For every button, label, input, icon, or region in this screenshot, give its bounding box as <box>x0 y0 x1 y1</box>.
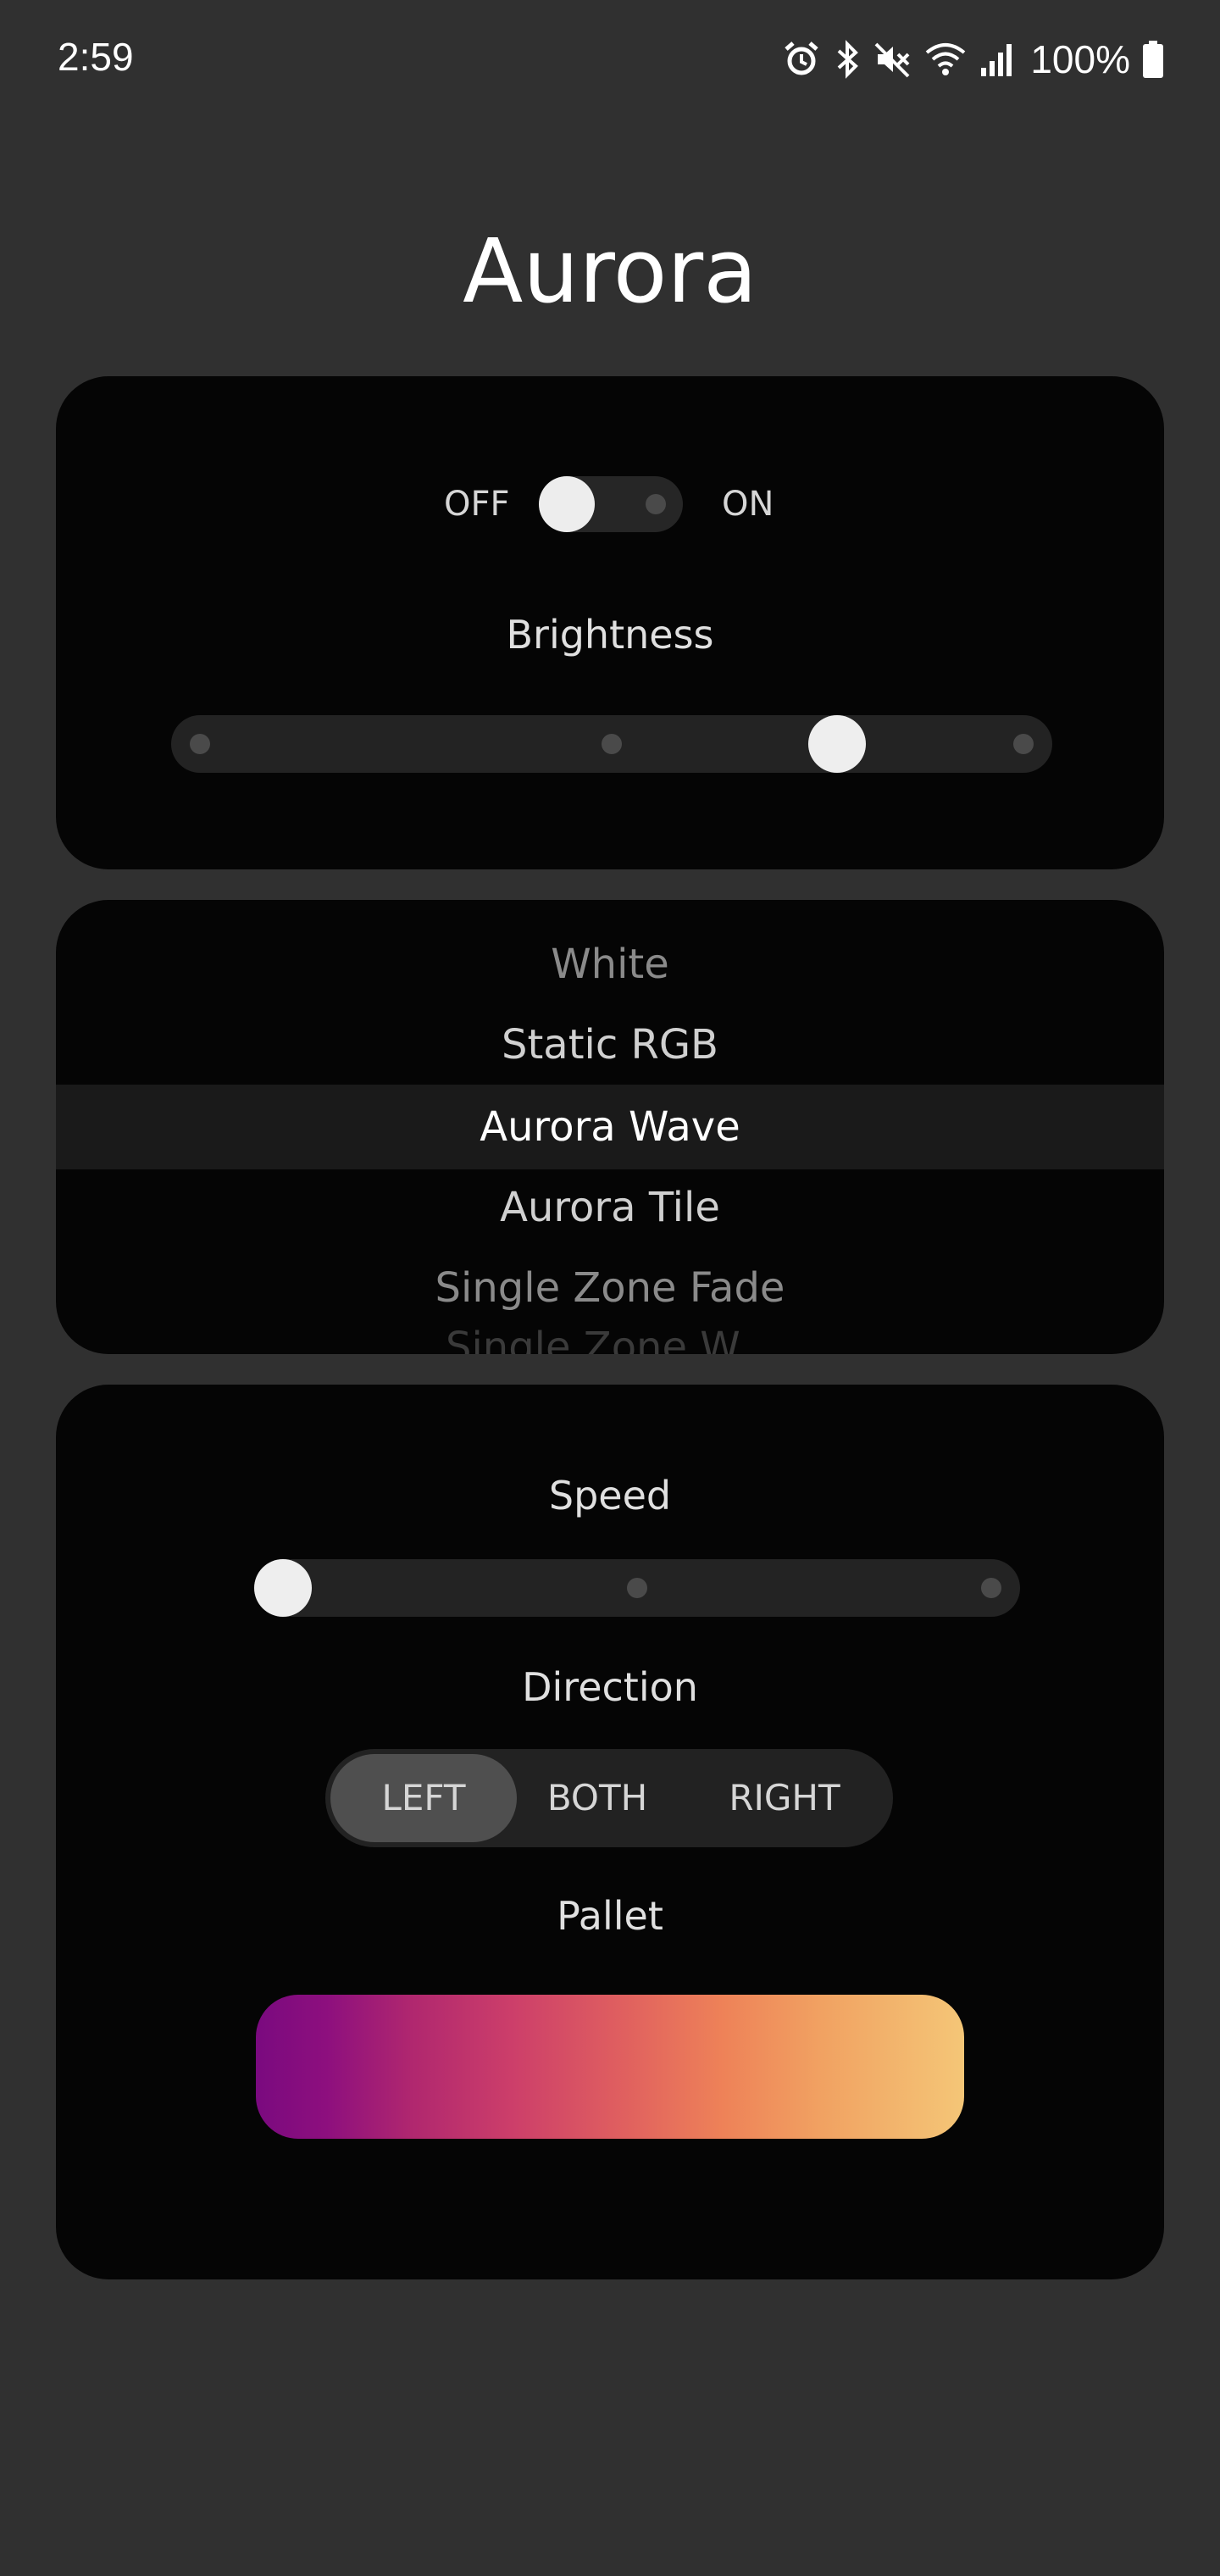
signal-icon <box>979 41 1013 78</box>
brightness-slider-thumb[interactable] <box>808 715 866 773</box>
status-icons: 100% <box>783 34 1164 85</box>
brightness-step-dot <box>1013 734 1034 754</box>
status-time: 2:59 <box>58 35 134 79</box>
mode-item-static-rgb[interactable]: Static RGB <box>56 1004 1164 1085</box>
mode-item-single-zone-w[interactable]: Single Zone W... <box>56 1307 1164 1354</box>
wifi-icon <box>923 41 968 78</box>
page-title: Aurora <box>463 219 757 323</box>
power-toggle-knob[interactable] <box>539 476 595 532</box>
mode-picker[interactable]: White Static RGB Aurora Wave Aurora Tile… <box>56 900 1164 1354</box>
direction-label: Direction <box>522 1664 698 1710</box>
speed-step-dot <box>627 1578 647 1598</box>
alarm-icon <box>783 41 820 78</box>
pallet-gradient-button[interactable] <box>256 1995 964 2139</box>
toggle-on-label: ON <box>722 485 774 524</box>
speed-label: Speed <box>548 1473 672 1518</box>
effect-settings-card: Speed Direction LEFT BOTH RIGHT Pallet <box>56 1385 1164 2279</box>
direction-both-button[interactable]: BOTH <box>517 1754 678 1842</box>
toggle-off-label: OFF <box>444 485 510 524</box>
direction-left-button[interactable]: LEFT <box>330 1754 517 1842</box>
speed-slider-thumb[interactable] <box>254 1559 312 1617</box>
brightness-label: Brightness <box>506 612 714 658</box>
direction-right-button[interactable]: RIGHT <box>681 1754 888 1842</box>
mode-item-aurora-wave[interactable]: Aurora Wave <box>56 1086 1164 1168</box>
power-toggle-dot <box>646 494 666 514</box>
mute-icon <box>874 41 912 78</box>
power-toggle[interactable] <box>539 476 683 532</box>
pallet-label: Pallet <box>557 1893 663 1939</box>
mode-item-aurora-tile[interactable]: Aurora Tile <box>56 1167 1164 1248</box>
speed-step-dot <box>981 1578 1001 1598</box>
battery-percent: 100% <box>1030 37 1130 81</box>
brightness-step-dot <box>190 734 210 754</box>
brightness-slider[interactable] <box>171 715 1052 773</box>
status-bar: 2:59 100% <box>0 0 1220 119</box>
bluetooth-icon <box>832 39 862 80</box>
power-card: OFF ON Brightness <box>56 376 1164 869</box>
mode-item-white[interactable]: White <box>56 924 1164 1005</box>
brightness-step-dot <box>602 734 622 754</box>
speed-slider[interactable] <box>254 1559 1020 1617</box>
direction-selector: LEFT BOTH RIGHT <box>325 1749 893 1847</box>
power-toggle-row: OFF ON <box>56 469 1164 537</box>
battery-icon <box>1142 41 1164 78</box>
